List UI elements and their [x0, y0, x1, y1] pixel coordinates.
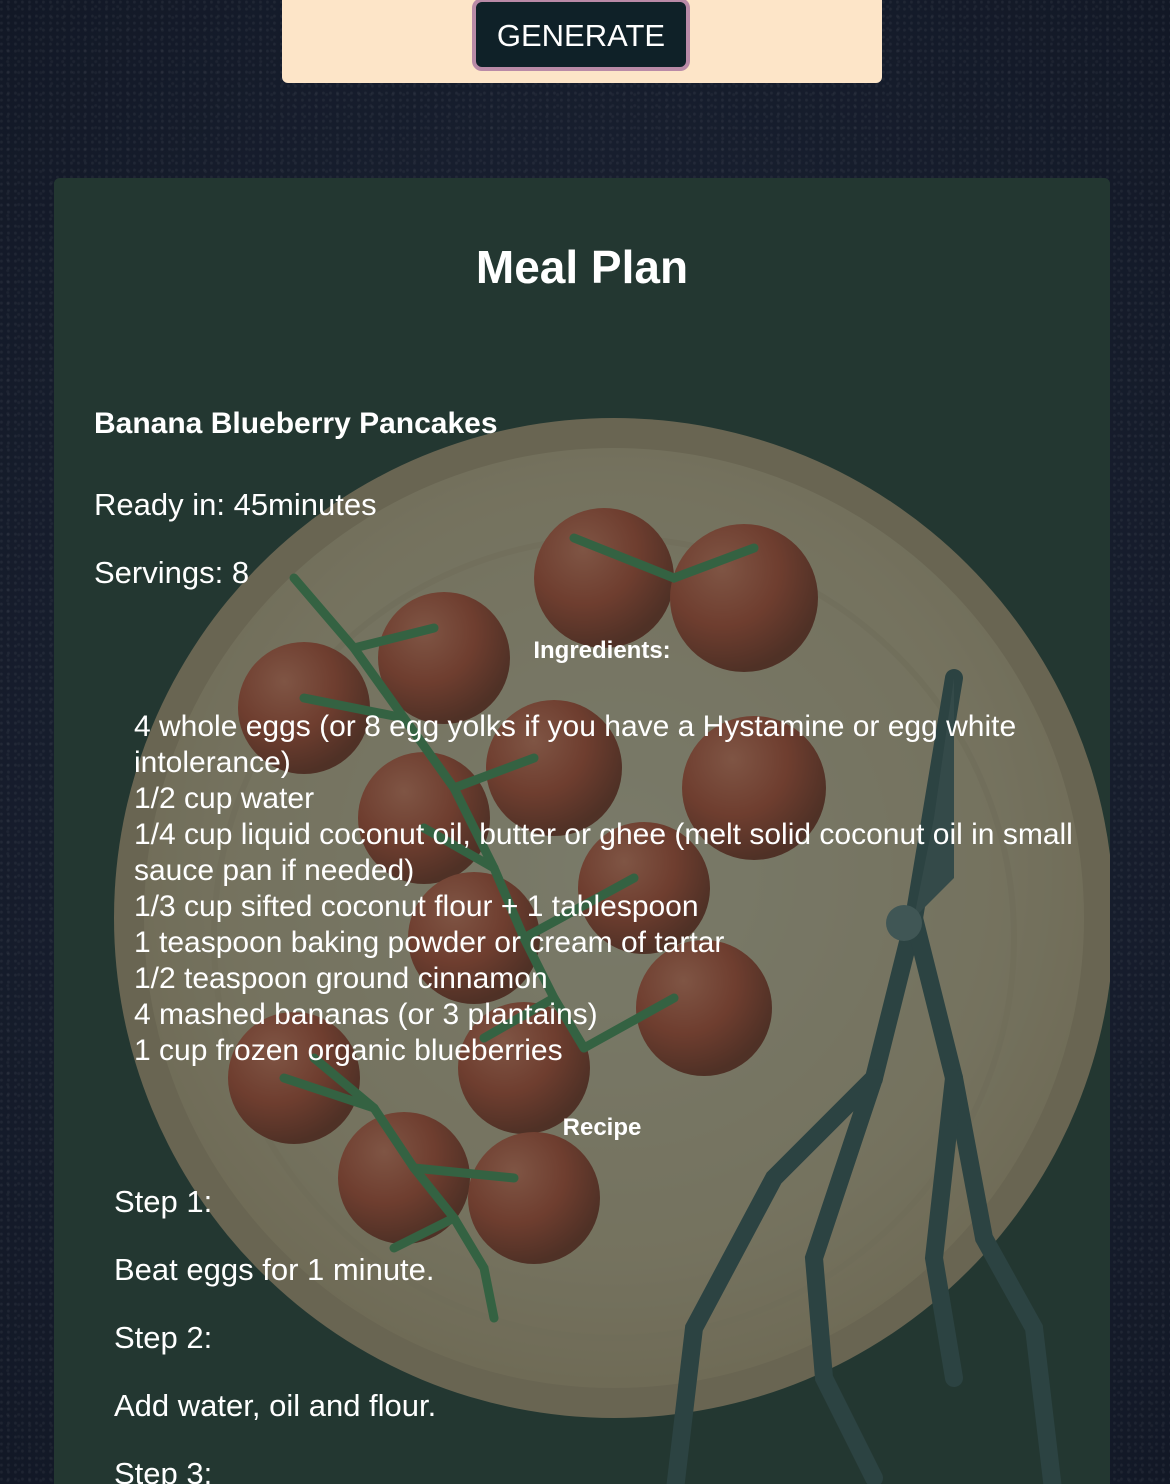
ingredient-item: 1/3 cup sifted coconut flour + 1 tablesp…	[134, 890, 699, 923]
step-label: Step 2:	[114, 1320, 213, 1355]
recipe-title: Banana Blueberry Pancakes	[94, 407, 498, 440]
recipe-steps: Step 1: Beat eggs for 1 minute. Step 2: …	[114, 1184, 1074, 1484]
ingredients-list: 4 whole eggs (or 8 egg yolks if you have…	[134, 709, 1094, 1069]
servings-text: Servings: 8	[94, 555, 250, 590]
step-text: Add water, oil and flour.	[114, 1388, 437, 1423]
page-title: Meal Plan	[475, 241, 689, 293]
ingredient-item: 1 cup frozen organic blueberries	[134, 1034, 563, 1067]
ingredient-item: 1/4 cup liquid coconut oil, butter or gh…	[134, 818, 1073, 887]
step-label: Step 1:	[114, 1184, 213, 1219]
ready-in-text: Ready in: 45minutes	[94, 487, 377, 522]
ingredient-item: 4 mashed bananas (or 3 plantains)	[134, 998, 598, 1031]
ingredients-heading: Ingredients:	[533, 637, 671, 664]
meal-plan-card: Meal Plan Banana Blueberry Pancakes Read…	[54, 178, 1110, 1484]
generate-button[interactable]: GENERATE	[472, 0, 690, 71]
step-label: Step 3:	[114, 1456, 213, 1484]
ingredient-item: 1/2 teaspoon ground cinnamon	[134, 962, 548, 995]
ingredient-item: 1 teaspoon baking powder or cream of tar…	[134, 926, 725, 959]
ingredient-item: 1/2 cup water	[134, 782, 315, 815]
step-text: Beat eggs for 1 minute.	[114, 1252, 435, 1287]
recipe-heading: Recipe	[562, 1114, 642, 1141]
ingredient-item: 4 whole eggs (or 8 egg yolks if you have…	[134, 710, 1017, 779]
generate-form-panel: GENERATE	[282, 0, 882, 83]
